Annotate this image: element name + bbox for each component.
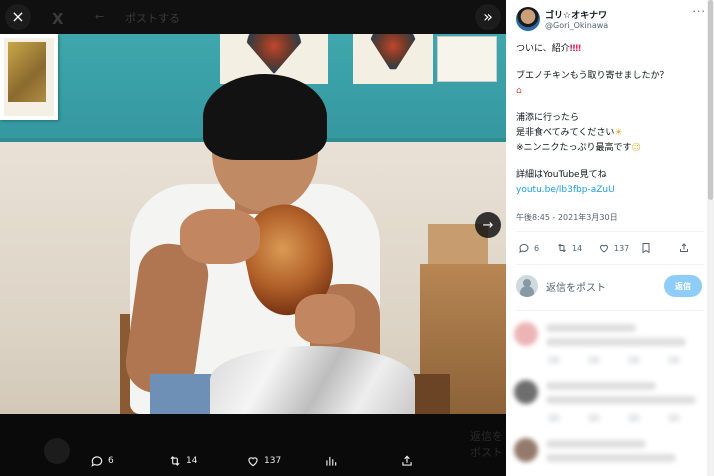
next-image-button[interactable]: → bbox=[475, 212, 501, 238]
tweet-action-bar: 6 14 137 bbox=[516, 238, 702, 260]
wall-notice-paper bbox=[437, 36, 497, 82]
share-button[interactable] bbox=[678, 242, 690, 254]
avatar bbox=[514, 438, 538, 462]
youtube-link[interactable]: youtu.be/lb3fbp-aZuU bbox=[516, 185, 615, 195]
tweet-text: ついに、紹介‼‼ ブエノチキンもう取り寄せましたか？ ⌂ 浦添に行ったら 是非食… bbox=[516, 44, 669, 195]
divider bbox=[516, 264, 704, 265]
tweet-detail-panel: ゴリ☆オキナワ @Gori_Okinawa ··· ついに、紹介‼‼ ブエノチキ… bbox=[506, 0, 714, 476]
tweet-photo[interactable] bbox=[0, 34, 506, 414]
viewer-share-button[interactable] bbox=[400, 454, 414, 468]
reply-button[interactable]: 6 bbox=[518, 242, 539, 254]
comment-icon bbox=[91, 456, 103, 467]
avatar bbox=[514, 380, 538, 404]
author-name[interactable]: ゴリ☆オキナワ bbox=[545, 8, 607, 21]
tweet-timestamp[interactable]: 午後8:45 - 2021年3月30日 bbox=[516, 212, 618, 223]
person-hair bbox=[203, 74, 327, 160]
share-icon bbox=[402, 455, 412, 466]
reply-input[interactable]: 返信をポスト bbox=[546, 279, 606, 294]
house-emoji: ⌂ bbox=[516, 86, 522, 96]
close-icon: × bbox=[11, 7, 25, 26]
more-options-icon[interactable]: ··· bbox=[693, 5, 707, 18]
viewer-like-button[interactable]: 137 bbox=[246, 454, 281, 468]
viewer-reply-button[interactable]: 6 bbox=[90, 454, 114, 468]
avatar bbox=[516, 275, 538, 297]
close-button[interactable]: × bbox=[5, 4, 31, 30]
back-arrow-icon: ← bbox=[95, 10, 105, 23]
bookmark-icon bbox=[642, 243, 650, 254]
heart-icon bbox=[248, 457, 258, 467]
scrollbar-thumb[interactable] bbox=[708, 0, 713, 200]
divider bbox=[516, 231, 704, 232]
wall-tapestry bbox=[353, 34, 433, 84]
heart-icon bbox=[599, 244, 609, 253]
viewer-views-button[interactable] bbox=[324, 454, 338, 468]
reply-composer: 返信をポスト 返信 bbox=[516, 274, 702, 300]
viewer-top-bar: X ← ポストする bbox=[0, 0, 506, 34]
bar-chart-icon bbox=[326, 456, 337, 466]
wall-picture-frame bbox=[0, 34, 58, 120]
bookmark-button[interactable] bbox=[640, 242, 652, 254]
expand-panel-button[interactable]: » bbox=[475, 4, 501, 30]
aluminum-foil bbox=[210, 346, 415, 414]
tweet-author: ゴリ☆オキナワ @Gori_Okinawa ··· bbox=[516, 5, 707, 33]
share-icon bbox=[680, 243, 688, 252]
blurred-reply[interactable] bbox=[514, 434, 704, 476]
double-exclamation-emoji: ‼‼ bbox=[569, 44, 582, 54]
arrow-right-icon: → bbox=[482, 217, 494, 233]
like-button[interactable]: 137 bbox=[598, 242, 629, 254]
ghost-title: ポストする bbox=[125, 12, 180, 25]
viewer-action-bar: 6 14 137 bbox=[0, 448, 506, 476]
retweet-button[interactable]: 14 bbox=[556, 242, 582, 254]
blurred-reply[interactable] bbox=[514, 376, 704, 434]
comment-icon bbox=[519, 243, 529, 253]
retweet-icon bbox=[558, 243, 566, 253]
media-viewer: X ← ポストする × » → 返信をポスト 6 14 137 bbox=[0, 0, 506, 476]
retweet-icon bbox=[170, 456, 180, 466]
x-logo-icon: X bbox=[52, 10, 64, 28]
sun-emoji: ☀ bbox=[614, 128, 623, 138]
viewer-retweet-button[interactable]: 14 bbox=[168, 454, 197, 468]
author-handle[interactable]: @Gori_Okinawa bbox=[545, 21, 608, 30]
reply-submit-button[interactable]: 返信 bbox=[664, 275, 702, 297]
divider bbox=[516, 310, 704, 311]
avatar bbox=[514, 322, 538, 346]
smile-emoji: ☺ bbox=[631, 143, 641, 153]
double-chevron-right-icon: » bbox=[483, 7, 493, 26]
avatar[interactable] bbox=[516, 7, 540, 31]
panel-scrollbar[interactable] bbox=[707, 0, 714, 476]
blurred-reply[interactable] bbox=[514, 318, 704, 376]
